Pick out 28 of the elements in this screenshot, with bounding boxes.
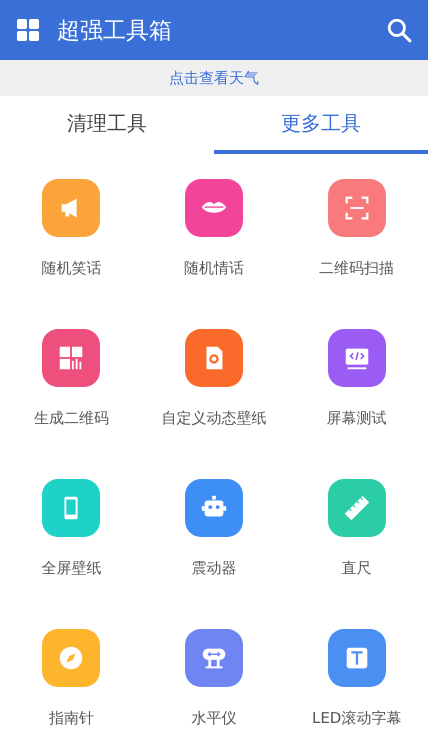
tool-icon[interactable] [184, 329, 243, 387]
tool-label: LED滚动字幕 [312, 708, 402, 728]
tool-icon[interactable] [42, 329, 100, 387]
tool-icon[interactable] [184, 479, 243, 537]
weather-link[interactable]: 点击查看天气 [169, 68, 259, 88]
tool-label: 随机情话 [184, 258, 244, 278]
grid-menu-icon[interactable] [16, 18, 40, 42]
tool-label: 二维码扫描 [319, 258, 394, 278]
tool-label: 生成二维码 [34, 408, 109, 428]
tool-icon[interactable] [328, 329, 386, 387]
tool-icon[interactable] [42, 479, 100, 537]
tool-label: 全屏壁纸 [41, 558, 102, 578]
search-icon[interactable] [386, 17, 412, 43]
tool-icon[interactable] [328, 479, 386, 537]
tool-label: 水平仪 [191, 708, 236, 728]
tool-label: 震动器 [191, 558, 236, 578]
tool-icon[interactable] [328, 179, 386, 237]
app-title: 超强工具箱 [57, 16, 173, 46]
tool-icon[interactable] [42, 179, 100, 237]
tool-label: 自定义动态壁纸 [161, 408, 266, 428]
tool-icon[interactable] [184, 629, 243, 687]
tool-label: 随机笑话 [41, 258, 102, 278]
tool-label: 直尺 [342, 558, 372, 578]
tool-icon[interactable] [328, 629, 386, 687]
tool-label: 屏幕测试 [326, 408, 387, 428]
tool-label: 指南针 [48, 708, 94, 728]
tool-icon[interactable] [184, 179, 243, 237]
tool-icon[interactable] [42, 629, 100, 687]
